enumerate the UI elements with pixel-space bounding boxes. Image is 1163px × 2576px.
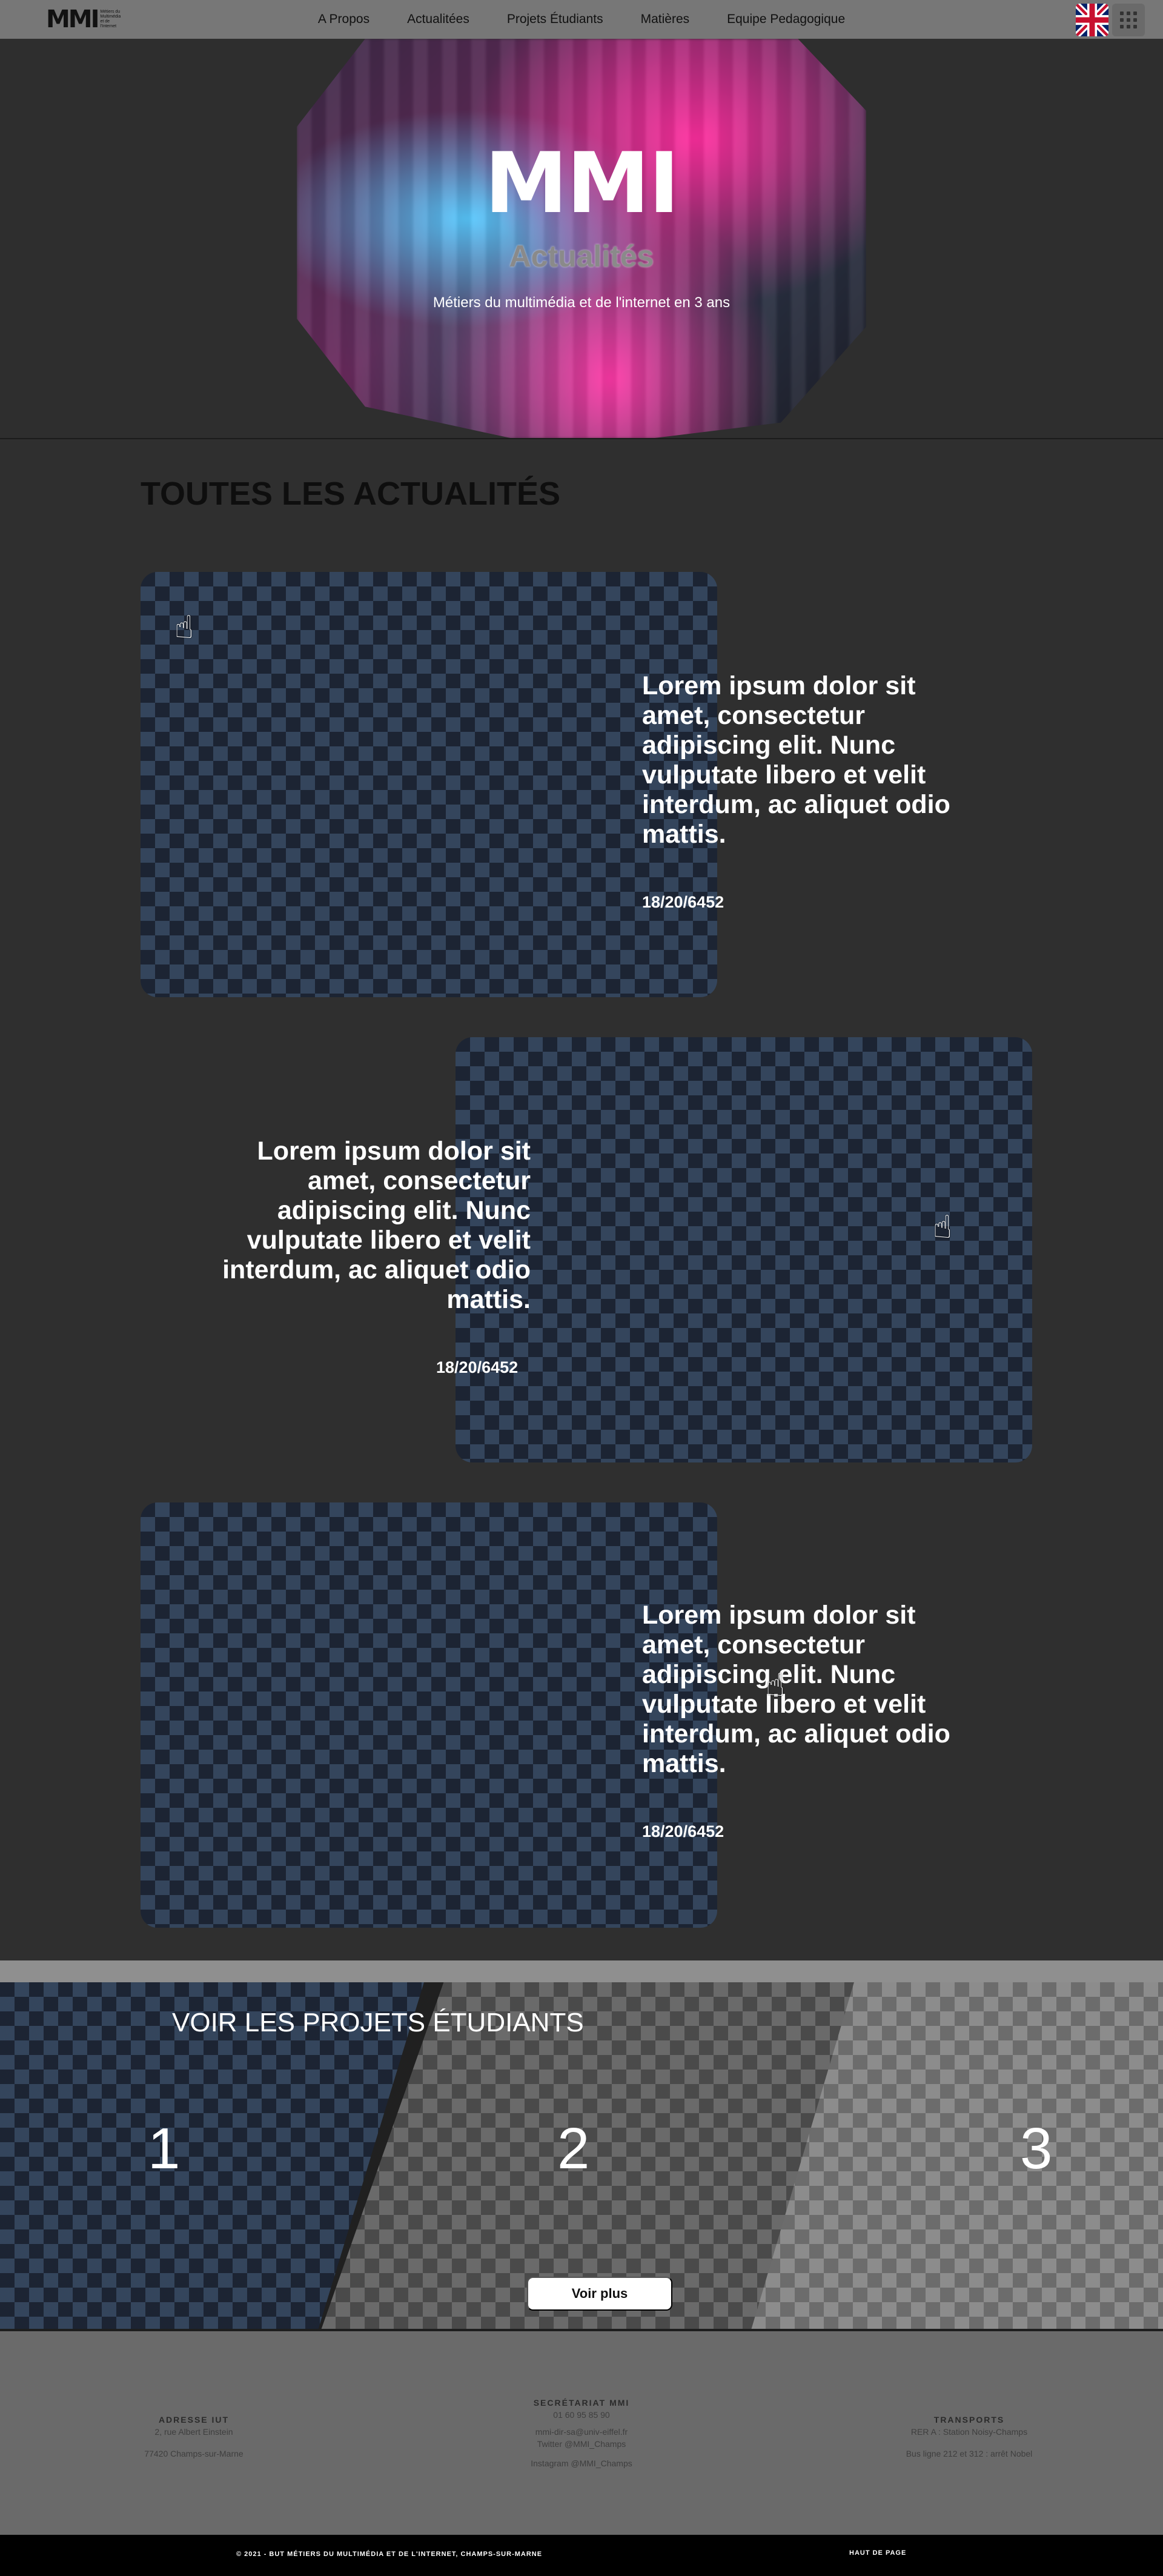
grid-menu-icon[interactable]: [1112, 4, 1145, 36]
news-image-1[interactable]: [141, 572, 717, 997]
footer-transports-heading: TRANSPORTS: [933, 2415, 1005, 2425]
back-to-top-link[interactable]: HAUT DE PAGE: [849, 2549, 906, 2557]
nav-link-actualitees[interactable]: Actualitées: [388, 12, 488, 27]
projects-title: VOIR LES PROJETS ÉTUDIANTS: [172, 2008, 584, 2037]
hero-section: MMI Actualités Métiers du multimédia et …: [0, 39, 1163, 439]
footer-phone: 01 60 95 85 90: [553, 2410, 610, 2420]
news-date-2: 18/20/6452: [436, 1358, 519, 1376]
project-number-3: 3: [1020, 2116, 1053, 2181]
uk-flag-icon[interactable]: [1076, 4, 1108, 36]
projects-top-band: [0, 1960, 1163, 1982]
footer-twitter[interactable]: Twitter @MMI_Champs: [485, 2438, 678, 2450]
footer-secretariat-heading: SECRÉTARIAT MMI: [533, 2398, 630, 2408]
news-section-title: TOUTES LES ACTUALITÉS: [141, 476, 561, 512]
footer-address-heading: ADRESSE IUT: [158, 2415, 230, 2425]
hero-subtitle: Actualités: [509, 239, 654, 273]
bottom-bar: © 2021 - BUT MÉTIERS DU MULTIMÉDIA ET DE…: [0, 2535, 1163, 2576]
footer-instagram[interactable]: Instagram @MMI_Champs: [485, 2457, 678, 2469]
projects-section: VOIR LES PROJETS ÉTUDIANTS 1 2 3 Voir pl…: [0, 1982, 1163, 2330]
project-number-2: 2: [557, 2116, 590, 2181]
nav-link-a-propos[interactable]: A Propos: [299, 12, 388, 27]
footer-transports-line1: RER A : Station Noisy-Champs: [910, 2427, 1028, 2437]
site-footer: ADRESSE IUT 2, rue Albert Einstein 77420…: [0, 2331, 1163, 2535]
main-nav: A Propos Actualitées Projets Étudiants M…: [0, 0, 1163, 39]
news-date-3: 18/20/6452: [642, 1822, 724, 1841]
footer-transports: TRANSPORTS RER A : Station Noisy-Champs …: [872, 2414, 1066, 2460]
voir-plus-button[interactable]: Voir plus: [527, 2277, 672, 2311]
hero-tagline: Métiers du multimédia et de l'internet e…: [432, 294, 731, 311]
news-date-1: 18/20/6452: [642, 893, 724, 911]
hand-cursor-icon: ☝: [174, 610, 194, 645]
nav-link-matieres[interactable]: Matières: [622, 12, 709, 27]
nav-link-equipe-pedagogique[interactable]: Equipe Pedagogique: [708, 12, 864, 27]
hand-cursor-icon: ☝: [933, 1210, 952, 1245]
hero-divider: [0, 438, 1163, 439]
top-navbar: MMI Métiers du Multimédia et de l'Intern…: [0, 0, 1163, 39]
project-number-1: 1: [148, 2116, 181, 2181]
footer-address: ADRESSE IUT 2, rue Albert Einstein 77420…: [121, 2414, 267, 2460]
footer-email[interactable]: mmi-dir-sa@univ-eiffel.fr: [485, 2426, 678, 2438]
hand-cursor-icon: ☝: [766, 1668, 785, 1703]
footer-address-line1: 2, rue Albert Einstein: [154, 2427, 233, 2437]
footer-secretariat: SECRÉTARIAT MMI 01 60 95 85 90 mmi-dir-s…: [485, 2397, 678, 2469]
news-text-1: Lorem ipsum dolor sit amet, consectetur …: [642, 671, 950, 849]
news-text-2: Lorem ipsum dolor sit amet, consectetur …: [222, 1137, 531, 1314]
footer-address-line2: 77420 Champs-sur-Marne: [144, 2449, 244, 2458]
news-image-3[interactable]: [141, 1502, 717, 1928]
copyright-text: © 2021 - BUT MÉTIERS DU MULTIMÉDIA ET DE…: [236, 2551, 543, 2558]
nav-link-projets-etudiants[interactable]: Projets Étudiants: [488, 12, 622, 27]
news-image-2[interactable]: [456, 1037, 1032, 1462]
news-text-3: Lorem ipsum dolor sit amet, consectetur …: [642, 1601, 950, 1778]
footer-transports-line2: Bus ligne 212 et 312 : arrêt Nobel: [906, 2449, 1033, 2458]
hero-title: MMI: [485, 134, 680, 232]
